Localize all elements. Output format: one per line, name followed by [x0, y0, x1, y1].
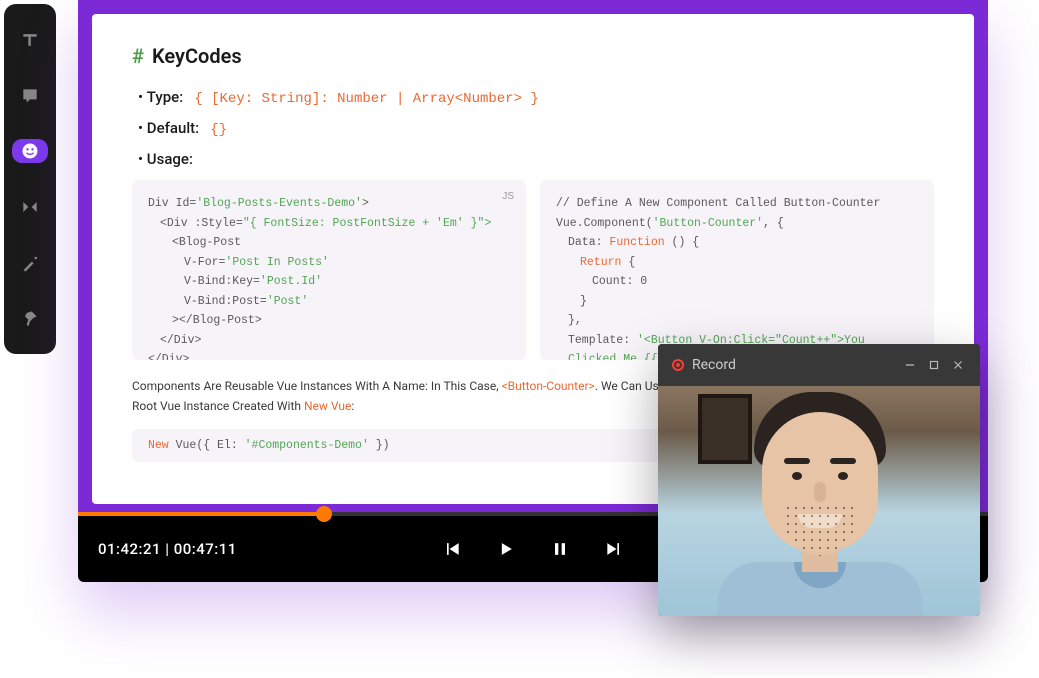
- sidebar-item-text[interactable]: [12, 28, 48, 52]
- code-block-right: // Define A New Component Called Button-…: [540, 180, 934, 360]
- webcam-header: Record: [658, 344, 980, 386]
- skip-forward-icon: [604, 539, 624, 559]
- player-controls: [442, 539, 624, 559]
- minimize-button[interactable]: [902, 357, 918, 373]
- prev-button[interactable]: [442, 539, 462, 559]
- time-elapsed: 01:42:21: [98, 540, 161, 558]
- close-button[interactable]: [950, 357, 966, 373]
- time-display: 01:42:21 | 00:47:11: [98, 540, 237, 558]
- usage-label: Usage:: [147, 150, 193, 168]
- hash-icon: #: [132, 44, 144, 68]
- webcam-video: [658, 386, 980, 616]
- pause-button[interactable]: [550, 539, 570, 559]
- sidebar: [4, 4, 56, 354]
- shapes-icon: [20, 197, 40, 217]
- pin-icon: [20, 308, 40, 328]
- code-lang-badge: JS: [502, 188, 514, 205]
- default-label: Default:: [147, 119, 199, 137]
- default-value: {}: [210, 122, 227, 138]
- code-block-left: JS Div Id='Blog-Posts-Events-Demo'> <Div…: [132, 180, 526, 360]
- play-icon: [496, 539, 516, 559]
- next-button[interactable]: [604, 539, 624, 559]
- row-usage: Usage:: [138, 150, 934, 168]
- progress-fill: [78, 512, 324, 516]
- sidebar-item-pin[interactable]: [12, 306, 48, 330]
- minimize-icon: [903, 358, 917, 372]
- sidebar-item-shapes[interactable]: [12, 195, 48, 219]
- time-total: 00:47:11: [174, 540, 237, 558]
- skip-back-icon: [442, 539, 462, 559]
- code-columns: JS Div Id='Blog-Posts-Events-Demo'> <Div…: [132, 180, 934, 360]
- play-button[interactable]: [496, 539, 516, 559]
- emoji-icon: [20, 141, 40, 161]
- record-label[interactable]: Record: [692, 357, 736, 373]
- heading-title: KeyCodes: [152, 44, 242, 68]
- sidebar-item-emoji[interactable]: [12, 139, 48, 163]
- type-value: { [Key: String]: Number | Array<Number> …: [194, 91, 538, 107]
- pause-icon: [550, 539, 570, 559]
- record-indicator-icon: [672, 359, 684, 371]
- progress-knob[interactable]: [316, 506, 332, 522]
- sidebar-item-wand[interactable]: [12, 251, 48, 275]
- webcam-panel: Record: [658, 344, 980, 616]
- sidebar-item-chat[interactable]: [12, 84, 48, 108]
- close-icon: [951, 358, 965, 372]
- maximize-button[interactable]: [926, 357, 942, 373]
- chat-icon: [20, 86, 40, 106]
- row-default: Default: {}: [138, 119, 934, 138]
- section-heading: # KeyCodes: [132, 44, 934, 68]
- maximize-icon: [927, 358, 941, 372]
- wand-icon: [20, 253, 40, 273]
- text-icon: [20, 30, 40, 50]
- type-label: Type:: [147, 88, 183, 106]
- row-type: Type: { [Key: String]: Number | Array<Nu…: [138, 88, 934, 107]
